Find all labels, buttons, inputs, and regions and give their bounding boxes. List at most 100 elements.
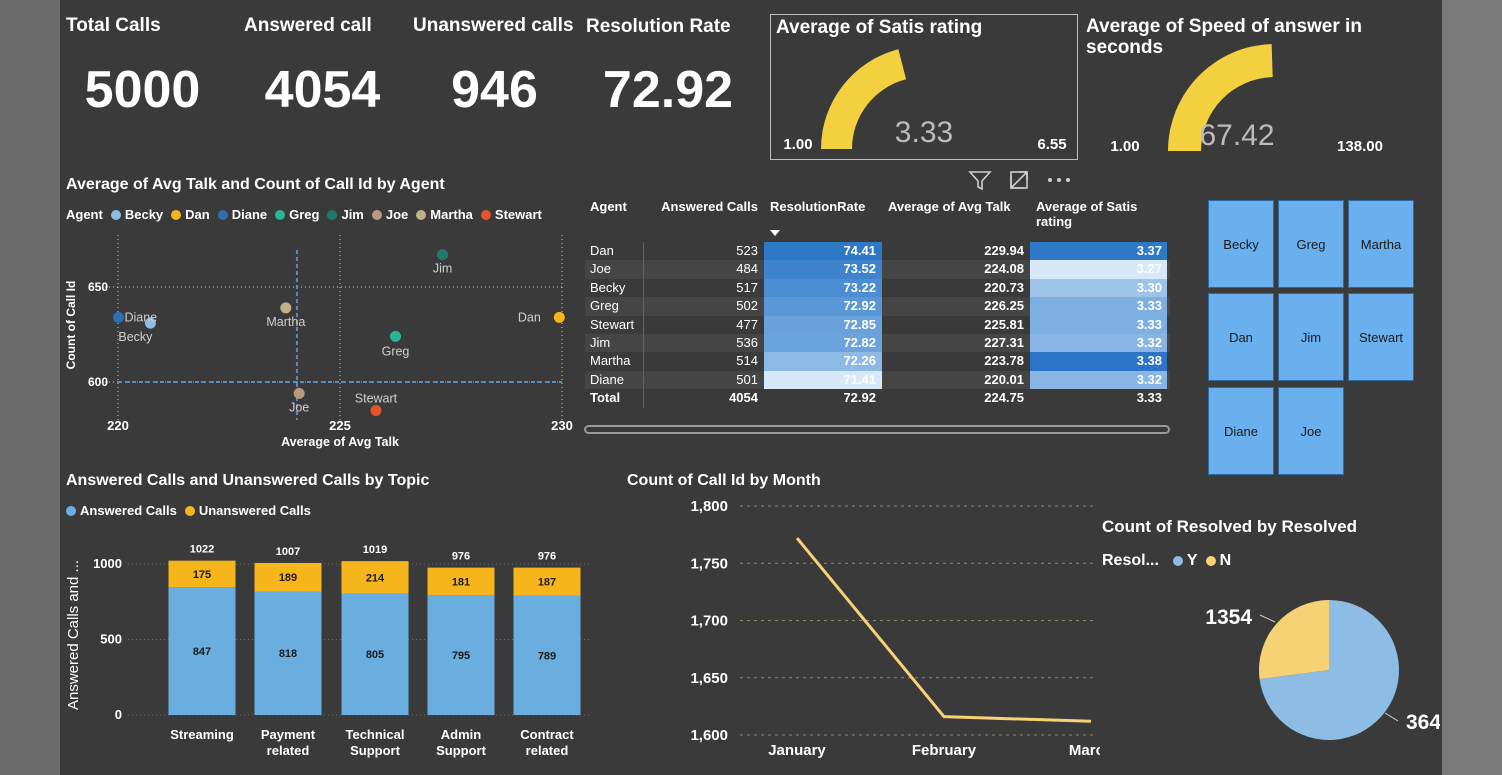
table-row[interactable]: Dan 523 74.41 229.94 3.37 [585, 242, 1170, 261]
sort-desc-icon[interactable] [770, 229, 780, 237]
scatter-point-joe[interactable] [293, 387, 305, 399]
col-header-agent[interactable]: Agent [585, 196, 644, 214]
scatter-legend-dot-stewart [480, 209, 491, 220]
more-options-icon[interactable] [1046, 169, 1072, 191]
legend-unanswered-label[interactable]: Unanswered Calls [199, 503, 311, 518]
scatter-ytick: 650 [88, 280, 108, 294]
bar-total-label: 1022 [190, 544, 214, 556]
bar-answered-label: 818 [279, 648, 297, 660]
bar-xtick: Contract [520, 727, 574, 742]
scatter-legend-dot-joe [371, 209, 382, 220]
slicer-tile-dan[interactable]: Dan [1208, 293, 1274, 381]
cell-agent: Becky [585, 278, 644, 298]
cell-resolution: 73.52 [764, 260, 882, 279]
cell-resolution: 72.85 [764, 315, 882, 334]
speed-gauge-svg: 67.42 1.00 138.00 [1110, 44, 1383, 155]
satis-gauge-card[interactable]: Average of Satis rating 3.33 1.00 6.55 [770, 14, 1078, 160]
pie-slice-n[interactable] [1259, 600, 1329, 680]
scatter-legend-dot-jim [327, 209, 338, 220]
speed-gauge-card[interactable]: Average of Speed of answer in seconds 67… [1082, 14, 1400, 160]
line-ytick: 1,700 [690, 613, 728, 630]
scatter-legend-label-stewart[interactable]: Stewart [495, 207, 542, 222]
col-header-resolution-label: ResolutionRate [770, 199, 866, 214]
scatter-point-dan[interactable] [553, 311, 565, 323]
table-row[interactable]: Greg 502 72.92 226.25 3.33 [585, 297, 1170, 316]
focus-mode-icon[interactable] [1008, 169, 1030, 191]
bar-chart[interactable]: 0 500 1000 Answered Calls and ... 847 175 1022… [60, 530, 600, 770]
line-series[interactable] [795, 537, 1092, 723]
kpi-resolution-value: 72.92 [602, 61, 734, 119]
pie-label-y: 3646 [1406, 711, 1440, 734]
cell-avg-talk: 227.31 [984, 334, 1024, 350]
cell-avg-talk: 223.78 [984, 353, 1024, 369]
agent-table[interactable]: Agent Answered Calls ResolutionRate Aver… [585, 196, 1170, 408]
scatter-legend-label-joe[interactable]: Joe [386, 207, 408, 222]
scatter-legend-label-jim[interactable]: Jim [341, 207, 363, 222]
cell-satis: 3.37 [1030, 242, 1167, 261]
scatter-legend-label-becky[interactable]: Becky [125, 207, 163, 222]
scatter-legend-label-diane[interactable]: Diane [232, 207, 267, 222]
pie-legend-n-label[interactable]: N [1220, 552, 1232, 570]
slicer-tile-jim[interactable]: Jim [1278, 293, 1344, 381]
scatter-point-jim[interactable] [437, 249, 449, 261]
total-label: Total [585, 389, 644, 408]
col-header-avg-talk[interactable]: Average of Avg Talk [882, 196, 1030, 214]
slicer-tile-diane[interactable]: Diane [1208, 387, 1274, 475]
scatter-point-stewart[interactable] [370, 405, 382, 416]
scatter-point-greg[interactable] [390, 330, 401, 342]
table-row[interactable]: Joe 484 73.52 224.08 3.27 [585, 260, 1170, 279]
cell-answered: 536 [736, 334, 758, 350]
table-horizontal-scrollbar[interactable] [584, 425, 1170, 434]
cell-agent: Dan [585, 242, 644, 261]
line-xtick: January [768, 742, 826, 759]
satis-gauge-min: 1.00 [783, 136, 812, 153]
kpi-unanswered-value: 946 [451, 61, 538, 119]
kpi-answered-title: Answered call [244, 15, 372, 36]
cell-satis: 3.32 [1030, 333, 1167, 353]
scatter-xtick: 230 [551, 418, 573, 433]
slicer-tile-martha[interactable]: Martha [1348, 200, 1414, 288]
cell-resolution: 73.22 [764, 278, 882, 298]
pie-label-n: 1354 [1205, 606, 1252, 629]
table-row[interactable]: Diane 501 71.41 220.01 3.32 [585, 370, 1170, 390]
slicer-tile-stewart[interactable]: Stewart [1348, 293, 1414, 381]
slicer-tile-greg[interactable]: Greg [1278, 200, 1344, 288]
kpi-total-calls-title: Total Calls [66, 15, 161, 36]
filter-icon[interactable] [968, 169, 992, 191]
pie-legend-y-label[interactable]: Y [1187, 552, 1198, 570]
pie-legend-label: Resol... [1102, 552, 1159, 569]
col-header-satis[interactable]: Average of Satis rating [1030, 196, 1167, 229]
scatter-point-diane[interactable] [112, 311, 124, 323]
table-body: Dan 523 74.41 229.94 3.37 Joe 484 73.52 224.08 3.… [585, 242, 1170, 390]
scatter-legend-label-greg[interactable]: Greg [289, 207, 319, 222]
bar-xtick: related [526, 743, 569, 758]
table-row[interactable]: Stewart 477 72.85 225.81 3.33 [585, 315, 1170, 334]
scatter-chart[interactable]: 220 225 230 600 650 Becky Dan Diane Greg Jim Joe Ma… [60, 230, 580, 455]
scatter-legend-label-dan[interactable]: Dan [185, 207, 210, 222]
cell-resolution: 74.41 [764, 242, 882, 261]
col-header-resolution[interactable]: ResolutionRate [764, 196, 882, 236]
cell-agent: Martha [585, 352, 644, 371]
cell-answered: 523 [736, 243, 758, 258]
scatter-legend-dot-diane [217, 209, 228, 220]
col-header-answered[interactable]: Answered Calls [644, 196, 764, 214]
table-row[interactable]: Becky 517 73.22 220.73 3.30 [585, 278, 1170, 298]
bar-xtick: related [267, 743, 310, 758]
slicer-tile-joe[interactable]: Joe [1278, 387, 1344, 475]
scatter-point-label-becky: Becky [118, 330, 153, 344]
line-chart[interactable]: 1,600 1,650 1,700 1,750 1,800 January February… [620, 495, 1100, 770]
scatter-point-martha[interactable] [280, 302, 292, 314]
pie-chart[interactable]: 3646 1354 [1100, 575, 1440, 770]
speed-gauge-value: 67.42 [1199, 119, 1274, 152]
scatter-legend-label: Agent [66, 207, 103, 222]
scatter-legend-label-martha[interactable]: Martha [430, 207, 473, 222]
table-row[interactable]: Martha 514 72.26 223.78 3.38 [585, 352, 1170, 371]
cell-answered: 514 [736, 353, 758, 369]
canvas-gutter [1442, 0, 1502, 775]
legend-answered-label[interactable]: Answered Calls [80, 503, 177, 518]
table-row[interactable]: Jim 536 72.82 227.31 3.32 [585, 333, 1170, 353]
cell-answered: 477 [736, 316, 758, 332]
report-canvas: Total Calls 5000 Answered call 4054 Unan… [60, 0, 1442, 775]
cell-avg-talk: 220.01 [984, 371, 1024, 387]
slicer-tile-becky[interactable]: Becky [1208, 200, 1274, 288]
